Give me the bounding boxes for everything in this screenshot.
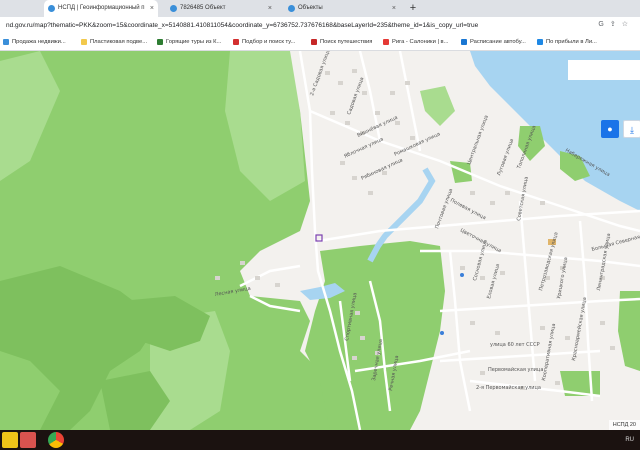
download-icon[interactable]: ⤓ — [623, 120, 640, 138]
street-label: улица 60 лет СССР — [490, 342, 540, 348]
globe-icon — [48, 5, 55, 12]
bookmark-label: Подбор и поиск ту... — [242, 39, 296, 45]
bookmark-icon — [157, 39, 163, 45]
bookmark-item[interactable]: Продажа недвижи... — [2, 34, 66, 50]
url-text[interactable]: nd.gov.ru/map?thematic=PKK&zoom=15&coord… — [6, 20, 478, 31]
star-icon[interactable]: ☆ — [622, 21, 634, 28]
poi-marker[interactable] — [460, 273, 464, 277]
bookmarks-bar: Продажа недвижи... Пластиковая подве... … — [0, 34, 640, 51]
file-explorer-icon[interactable] — [2, 432, 18, 448]
chrome-icon[interactable] — [48, 432, 64, 448]
close-icon[interactable]: × — [150, 0, 154, 17]
tab-title: НСПД | Геоинформационный п — [58, 5, 145, 11]
map-search-panel[interactable] — [568, 60, 640, 80]
bookmark-item[interactable]: По прибыли в Ли... — [536, 34, 597, 50]
bookmark-icon — [81, 39, 87, 45]
bookmark-icon — [461, 39, 467, 45]
street-label: Первомайская улица — [488, 366, 543, 373]
browser-tab-bar: НСПД | Геоинформационный п × 7826485 Объ… — [0, 0, 640, 17]
bookmark-label: Продажа недвижи... — [12, 39, 66, 45]
share-icon[interactable]: ⇪ — [610, 21, 622, 28]
tab-title: Объекты — [298, 5, 323, 11]
tab-object[interactable]: 7826485 Объект × — [166, 0, 276, 17]
address-bar-icons: G⇪☆ — [598, 20, 634, 28]
bookmark-item[interactable]: Расписание автобу... — [460, 34, 526, 50]
globe-icon — [170, 5, 177, 12]
address-bar: nd.gov.ru/map?thematic=PKK&zoom=15&coord… — [0, 17, 640, 34]
target-icon[interactable]: ● — [601, 120, 619, 138]
bookmark-icon — [3, 39, 9, 45]
bookmark-item[interactable]: Пластиковая подве... — [80, 34, 147, 50]
bookmark-item[interactable]: Рига - Салоники | в... — [382, 34, 448, 50]
bookmark-icon — [383, 39, 389, 45]
new-tab-button[interactable]: + — [406, 0, 420, 17]
close-icon[interactable]: × — [268, 0, 272, 17]
bookmark-item[interactable]: Подбор и поиск ту... — [232, 34, 295, 50]
bookmark-icon — [233, 39, 239, 45]
bookmark-label: Расписание автобу... — [470, 39, 526, 45]
os-taskbar: RU — [0, 430, 640, 450]
globe-icon — [288, 5, 295, 12]
language-indicator[interactable]: RU — [625, 437, 634, 443]
tab-nspd[interactable]: НСПД | Геоинформационный п × — [44, 0, 158, 17]
close-icon[interactable]: × — [392, 0, 396, 17]
bookmark-label: Поиск путешествия — [320, 39, 373, 45]
map-canvas[interactable]: 2-я Садовая улица Садовая улица Вишнёвая… — [0, 51, 640, 430]
bookmark-item[interactable]: Горящие туры из К... — [156, 34, 221, 50]
bookmark-label: Рига - Салоники | в... — [392, 39, 449, 45]
bookmark-label: Пластиковая подве... — [90, 39, 148, 45]
bookmark-item[interactable]: Поиск путешествия — [310, 34, 372, 50]
bookmark-icon — [537, 39, 543, 45]
system-tray: RU — [625, 433, 634, 447]
poi-marker[interactable] — [440, 331, 444, 335]
tab-title: 7826485 Объект — [180, 5, 226, 11]
bookmark-label: Горящие туры из К... — [166, 39, 222, 45]
media-player-icon[interactable] — [20, 432, 36, 448]
google-icon[interactable]: G — [598, 21, 609, 28]
tab-objects[interactable]: Объекты × — [284, 0, 400, 17]
bookmark-icon — [311, 39, 317, 45]
map-view[interactable]: 2-я Садовая улица Садовая улица Вишнёвая… — [0, 51, 640, 430]
street-label: 2-я Первомайская улица — [476, 384, 541, 391]
map-footer: НСПД 20 — [608, 420, 640, 430]
bookmark-label: По прибыли в Ли... — [546, 39, 597, 45]
